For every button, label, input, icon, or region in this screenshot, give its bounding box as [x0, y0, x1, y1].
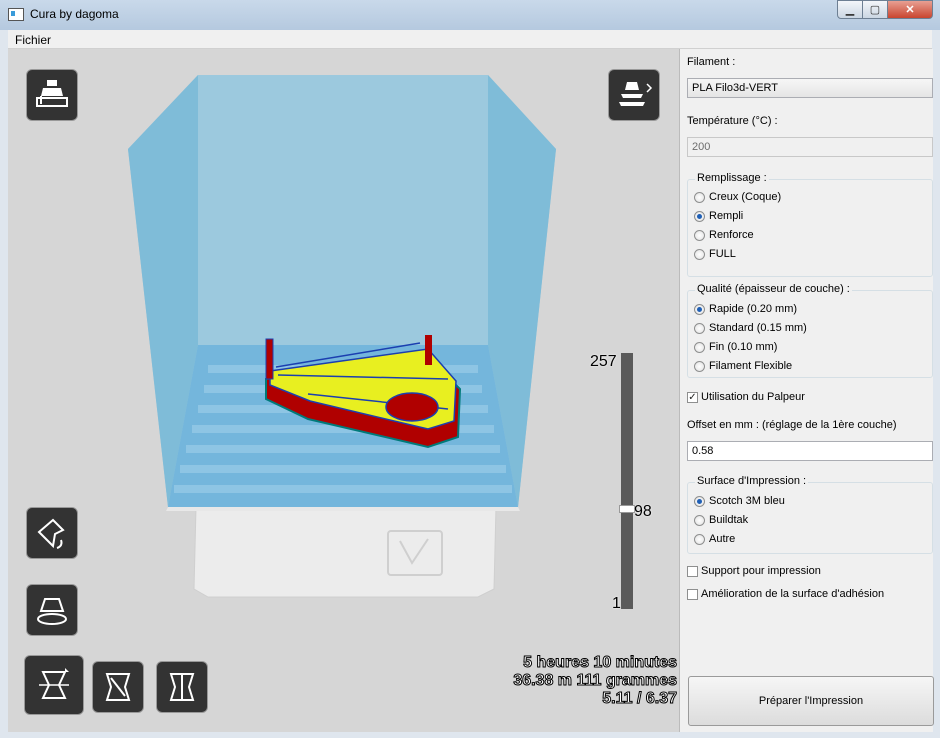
- offset-label: Offset en mm : (réglage de la 1ère couch…: [687, 419, 897, 431]
- print-time: 5 heures 10 minutes: [523, 654, 678, 672]
- layer-slider[interactable]: [621, 353, 633, 609]
- rotate-button[interactable]: [26, 507, 78, 559]
- mirror-alt-button[interactable]: [156, 661, 208, 713]
- title-bar: Cura by dagoma ▁ ▢ ✕: [0, 0, 940, 30]
- view-mode-icon: [619, 82, 653, 106]
- infill-option-2[interactable]: Renforce: [694, 229, 754, 241]
- mirror-button[interactable]: [92, 661, 144, 713]
- adhesion-checkbox[interactable]: Amélioration de la surface d'adhésion: [687, 588, 884, 600]
- quality-title: Qualité (épaisseur de couche) :: [695, 283, 852, 295]
- quality-option-1[interactable]: Standard (0.15 mm): [694, 322, 807, 334]
- surface-option-0[interactable]: Scotch 3M bleu: [694, 495, 785, 507]
- scale-icon: [39, 668, 69, 699]
- layer-min-label: 1: [612, 595, 621, 612]
- lay-flat-icon: [37, 598, 67, 625]
- layer-current-label: 98: [634, 503, 652, 520]
- layer-slider-handle[interactable]: [619, 505, 635, 513]
- 3d-viewport[interactable]: 257 98 1 5 heures 10 minutes 36.38 m 111…: [8, 49, 679, 732]
- prepare-print-button[interactable]: Préparer l'Impression: [688, 676, 934, 726]
- view-mode-button[interactable]: [608, 69, 660, 121]
- filament-usage: 36.38 m 111 grammes: [513, 672, 678, 690]
- rotate-icon: [37, 518, 65, 549]
- menu-bar: Fichier: [8, 30, 932, 49]
- support-checkbox[interactable]: Support pour impression: [687, 565, 821, 577]
- infill-option-0[interactable]: Creux (Coque): [694, 191, 781, 203]
- menu-file[interactable]: Fichier: [15, 33, 51, 47]
- temperature-field[interactable]: 200: [687, 137, 933, 157]
- quality-group: Qualité (épaisseur de couche) : Rapide (…: [687, 283, 933, 378]
- close-button[interactable]: ✕: [887, 0, 933, 19]
- window-title: Cura by dagoma: [30, 7, 119, 21]
- quality-option-2[interactable]: Fin (0.10 mm): [694, 341, 777, 353]
- scene-render: [128, 75, 556, 598]
- filament-select[interactable]: PLA Filo3d-VERT: [687, 78, 933, 98]
- load-model-button[interactable]: [26, 69, 78, 121]
- surface-group: Surface d'Impression : Scotch 3M bleu Bu…: [687, 475, 933, 554]
- infill-group: Remplissage : Creux (Coque) Rempli Renfo…: [687, 172, 933, 277]
- filament-label: Filament :: [687, 56, 736, 68]
- settings-panel: Filament : PLA Filo3d-VERT Température (…: [679, 49, 934, 732]
- mirror-icon: [105, 673, 131, 701]
- infill-option-1[interactable]: Rempli: [694, 210, 743, 222]
- app-window: Cura by dagoma ▁ ▢ ✕ Fichier 257 98 1 5 …: [0, 0, 940, 738]
- minimize-button[interactable]: ▁: [837, 0, 863, 19]
- surface-option-2[interactable]: Autre: [694, 533, 735, 545]
- infill-title: Remplissage :: [695, 172, 769, 184]
- scale-button[interactable]: [24, 655, 84, 715]
- mirror-alt-icon: [169, 673, 195, 701]
- probe-checkbox[interactable]: ✓ Utilisation du Palpeur: [687, 391, 805, 403]
- offset-field[interactable]: 0.58: [687, 441, 933, 461]
- load-model-icon: [36, 80, 68, 107]
- quality-option-3[interactable]: Filament Flexible: [694, 360, 792, 372]
- window-controls: ▁ ▢ ✕: [837, 0, 933, 20]
- app-icon: [8, 8, 24, 21]
- infill-option-3[interactable]: FULL: [694, 248, 736, 260]
- lay-flat-button[interactable]: [26, 584, 78, 636]
- probe-check-icon: ✓: [687, 391, 698, 403]
- printer-base: [193, 506, 497, 598]
- surface-option-1[interactable]: Buildtak: [694, 514, 748, 526]
- surface-title: Surface d'Impression :: [695, 475, 809, 487]
- temperature-label: Température (°C) :: [687, 115, 778, 127]
- quality-option-0[interactable]: Rapide (0.20 mm): [694, 303, 797, 315]
- print-cost: 5.11 / 6.37: [602, 690, 678, 708]
- layer-max-label: 257: [590, 353, 617, 370]
- maximize-button[interactable]: ▢: [862, 0, 888, 19]
